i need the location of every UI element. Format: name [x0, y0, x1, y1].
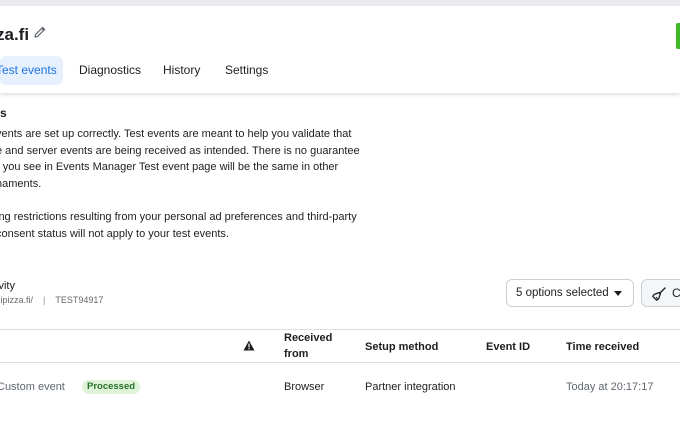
column-header-received-from[interactable]: Received from [284, 330, 332, 362]
table-header-border [0, 362, 680, 363]
section-title: ts [0, 106, 7, 120]
tab-history[interactable]: History [163, 56, 200, 85]
tab-test-events[interactable]: Test events [0, 56, 63, 85]
status-badge: Processed [82, 380, 141, 394]
status-accent-bar [676, 23, 680, 49]
warning-icon [243, 338, 255, 356]
tab-diagnostics[interactable]: Diagnostics [79, 56, 141, 85]
event-filter-dropdown[interactable]: 5 options selected [506, 279, 634, 307]
website-url: izipizza.fi/ [0, 295, 34, 305]
info-paragraph-restrictions: ing restrictions resulting from your per… [0, 211, 357, 240]
table-top-border [0, 329, 680, 330]
broom-icon [652, 287, 666, 301]
page-title: za.fi [0, 25, 30, 44]
page-header: za.fi Test events Diagnostics History Se… [0, 6, 680, 93]
pencil-icon[interactable] [33, 25, 47, 39]
tab-settings[interactable]: Settings [225, 56, 268, 85]
column-header-setup-method[interactable]: Setup method [365, 339, 438, 355]
caret-down-icon [614, 291, 622, 296]
received-from-cell: Browser [284, 381, 325, 393]
separator: | [43, 295, 46, 305]
dropdown-value: 5 options selected [516, 287, 609, 299]
time-received-cell: Today at 20:17:17 [566, 381, 654, 393]
info-paragraph: vents are set up correctly. Test events … [0, 128, 360, 190]
clear-button-label: C [672, 286, 680, 300]
column-header-event-id[interactable]: Event ID [486, 339, 530, 355]
activity-title: ivity [0, 280, 15, 292]
activity-subtitle: izipizza.fi/ | TEST94917 [0, 295, 103, 305]
column-header-time-received[interactable]: Time received [566, 339, 639, 355]
clear-activity-button[interactable]: C [641, 279, 680, 307]
event-name: Custom event [0, 381, 65, 393]
setup-method-cell: Partner integration [365, 381, 456, 393]
test-code: TEST94917 [55, 295, 104, 305]
